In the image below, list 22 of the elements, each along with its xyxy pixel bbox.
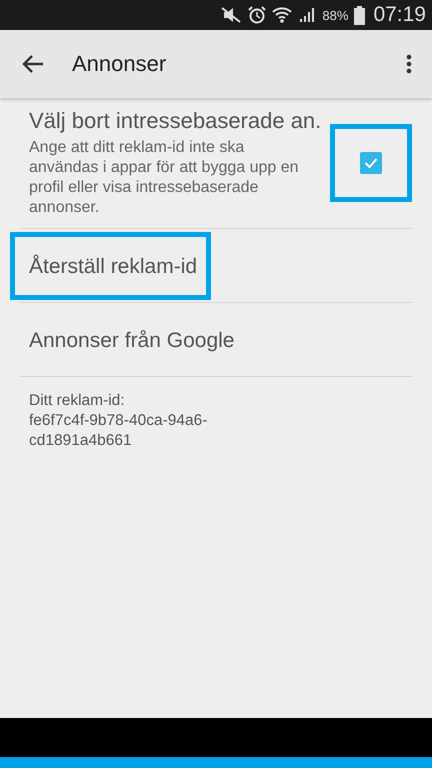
ad-id-value: fe6f7c4f-9b78-40ca-94a6- <box>29 411 208 431</box>
clock: 07:19 <box>373 3 426 27</box>
checkmark-icon <box>364 157 378 169</box>
battery-icon <box>354 6 366 24</box>
ad-id-value: cd1891a4b661 <box>29 431 133 451</box>
signal-icon <box>298 6 316 24</box>
ad-id-label: Ditt reklam-id: <box>29 391 126 411</box>
battery-percentage: 88% <box>322 8 348 22</box>
setting-title: Annonser från Google <box>28 328 236 354</box>
setting-summary: Ange att ditt reklam-id inte ska användas i appar för att bygga upp en profil eller visa intressebaserade annonser. <box>29 138 300 218</box>
back-arrow-icon <box>22 54 44 74</box>
setting-item[interactable]: Annonser från Google <box>10 303 412 376</box>
setting-title: Återställ reklam-id <box>10 232 212 300</box>
setting-item[interactable]: Återställ reklam-id <box>10 229 412 302</box>
menu-icon <box>406 54 412 74</box>
mute-icon <box>220 6 242 24</box>
checkbox[interactable] <box>360 152 382 174</box>
screen-title: Annonser <box>72 51 168 77</box>
setting-item[interactable]: Välj bort intressebaserade an. Ange att ditt reklam-id inte ska användas i appar för att bygga upp en profil eller visa intressebaserade annonser. <box>20 98 412 228</box>
alarm-icon <box>248 6 266 24</box>
setting-title: Välj bort intressebaserade an. <box>29 108 322 134</box>
wifi-icon <box>272 6 292 24</box>
